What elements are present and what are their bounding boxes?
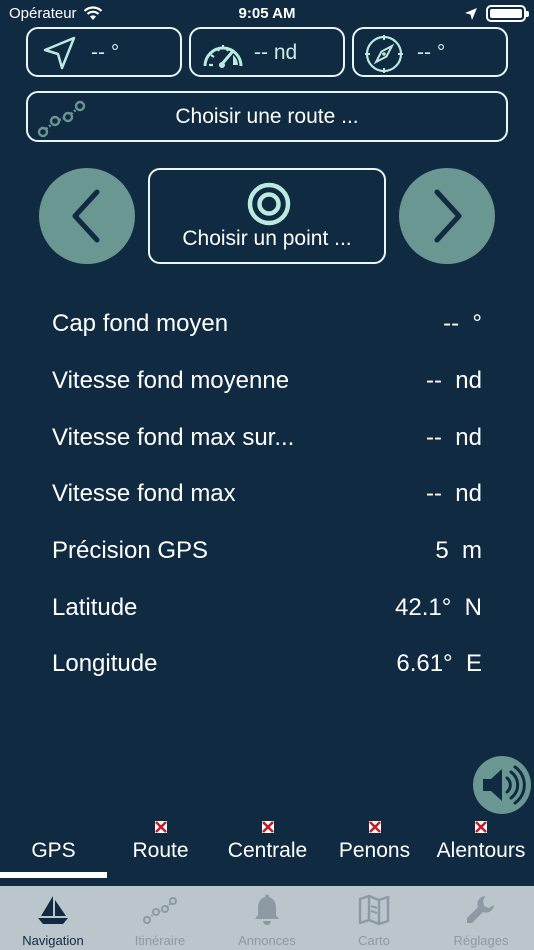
choose-point-label: Choisir un point ... xyxy=(182,227,352,250)
tab-centrale[interactable]: Centrale xyxy=(214,816,321,882)
bell-icon xyxy=(255,894,279,925)
row-value: -- nd xyxy=(425,423,482,451)
row-value: -- ° xyxy=(443,310,482,338)
tabbar-label: Itinéraire xyxy=(134,933,186,948)
compass-display[interactable]: -- ° xyxy=(352,27,508,77)
status-bar: Opérateur 9:05 AM xyxy=(0,0,534,26)
list-item: Cap fond moyen -- ° xyxy=(52,296,482,353)
row-value: 5 m xyxy=(435,537,482,565)
tab-label: Route xyxy=(132,839,189,862)
compass-icon xyxy=(365,35,403,73)
tabbar-label: Carto xyxy=(358,933,390,948)
tabbar-item-navigation[interactable]: Navigation xyxy=(0,886,106,950)
tab-alentours[interactable]: Alentours xyxy=(428,816,534,882)
list-item: Vitesse fond moyenne -- nd xyxy=(52,353,482,410)
tab-penons[interactable]: Penons xyxy=(321,816,428,882)
speedometer-icon xyxy=(203,45,243,68)
flag-icon xyxy=(154,821,167,833)
sailboat-icon xyxy=(38,896,68,924)
row-label: Vitesse fond moyenne xyxy=(52,367,290,395)
choose-route-button[interactable]: Choisir une route ... xyxy=(26,91,508,142)
list-item[interactable]: Vitesse fond max sur... -- nd xyxy=(52,409,482,466)
previous-point-button[interactable] xyxy=(39,168,135,264)
row-label: Cap fond moyen xyxy=(52,310,229,338)
speed-display[interactable]: -- nd xyxy=(189,27,345,77)
compass-value: -- ° xyxy=(417,41,446,64)
row-label: Vitesse fond max sur... xyxy=(52,423,295,451)
row-label: Latitude xyxy=(52,593,138,621)
speaker-icon xyxy=(483,765,526,805)
status-right xyxy=(464,5,529,22)
tab-label: Alentours xyxy=(436,839,526,862)
tabbar-item-annonces[interactable]: Annonces xyxy=(214,886,320,950)
battery-icon xyxy=(486,5,529,22)
heading-display[interactable]: -- ° xyxy=(26,27,182,77)
choose-route-label: Choisir une route ... xyxy=(175,104,359,128)
next-point-button[interactable] xyxy=(399,168,495,264)
choose-point-button[interactable]: Choisir un point ... xyxy=(148,168,386,264)
tabbar-label: Réglages xyxy=(453,933,509,948)
tab-label: GPS xyxy=(31,839,76,862)
row-label: Vitesse fond max xyxy=(52,480,236,508)
map-icon xyxy=(358,894,390,926)
tabbar-label: Annonces xyxy=(238,933,296,948)
row-value: 6.61° E xyxy=(396,650,482,678)
tab-bar: Navigation Itinéraire Annonces Carto Rég… xyxy=(0,886,534,950)
navigation-data-list: Cap fond moyen -- ° Vitesse fond moyenne… xyxy=(52,296,482,693)
clock: 9:05 AM xyxy=(238,5,296,22)
route-icon xyxy=(143,897,177,924)
row-value: 42.1° N xyxy=(395,593,482,621)
tab-label: Penons xyxy=(338,839,411,862)
flag-icon xyxy=(261,821,274,833)
route-icon xyxy=(37,100,86,138)
tabbar-item-carto[interactable]: Carto xyxy=(321,886,427,950)
tab-route[interactable]: Route xyxy=(107,816,214,882)
heading-value: -- ° xyxy=(91,41,120,64)
flag-icon xyxy=(475,821,487,833)
list-item: Précision GPS 5 m xyxy=(52,523,482,580)
row-value: -- nd xyxy=(425,367,482,395)
chevron-right-icon xyxy=(434,189,462,243)
wrench-icon xyxy=(467,896,494,923)
speed-value: -- nd xyxy=(254,41,298,64)
tabbar-label: Navigation xyxy=(22,933,84,948)
tabbar-item-reglages[interactable]: Réglages xyxy=(428,886,534,950)
row-label: Précision GPS xyxy=(52,537,209,565)
tabbar-item-itineraire[interactable]: Itinéraire xyxy=(107,886,213,950)
location-arrow-icon xyxy=(465,7,477,20)
list-item: Longitude 6.61° E xyxy=(52,636,482,693)
row-label: Longitude xyxy=(52,650,158,678)
sound-button[interactable] xyxy=(473,756,531,814)
flag-icon xyxy=(368,821,381,833)
navigation-arrow-icon xyxy=(43,36,76,70)
target-icon xyxy=(247,182,291,226)
row-value: -- nd xyxy=(425,480,482,508)
list-item: Latitude 42.1° N xyxy=(52,579,482,636)
list-item: Vitesse fond max -- nd xyxy=(52,466,482,523)
active-tab-indicator xyxy=(0,872,107,878)
chevron-left-icon xyxy=(72,189,100,243)
tab-label: Centrale xyxy=(227,839,308,862)
